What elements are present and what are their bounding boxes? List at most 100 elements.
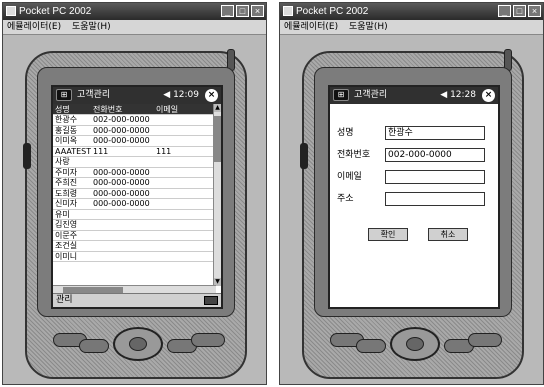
scroll-thumb[interactable] — [214, 116, 221, 162]
table-row[interactable]: 사랑 — [53, 157, 216, 168]
minimize-button[interactable]: _ — [221, 5, 234, 17]
table-row[interactable]: 도희령 000-000-0000 — [53, 188, 216, 199]
column-header-email[interactable]: 이메일 — [154, 104, 216, 114]
table-row[interactable]: 이미옥 000-000-0000 — [53, 136, 216, 147]
dpad-center[interactable] — [406, 337, 424, 351]
start-menu-icon[interactable]: ⊞ — [56, 89, 72, 101]
vertical-scrollbar[interactable]: ▲ ▼ — [213, 104, 221, 286]
cell-email — [154, 199, 216, 209]
cell-name: 김진영 — [55, 220, 78, 229]
menu-emulator[interactable]: 에뮬레이터(E) — [7, 22, 61, 32]
menu-help[interactable]: 도움말(H) — [72, 22, 111, 32]
command-menu-manage[interactable]: 관리 — [56, 295, 73, 305]
table-row[interactable]: 신미자 000-000-0000 — [53, 199, 216, 210]
table-row[interactable]: 이문주 — [53, 230, 216, 241]
cell-email — [154, 220, 216, 230]
phone-field[interactable]: 002-000-0000 — [385, 148, 485, 162]
form-row-address: 주소 — [337, 192, 485, 206]
hardware-button-4[interactable] — [191, 333, 225, 347]
app-title: 고객관리 — [77, 90, 111, 100]
cell-email — [154, 136, 216, 146]
cell-phone: 111 — [93, 146, 109, 156]
phone-label: 전화번호 — [337, 150, 371, 160]
cell-phone: 002-000-0000 — [93, 115, 150, 124]
column-header-phone[interactable]: 전화번호 — [91, 104, 154, 114]
cell-name: 신미자 — [55, 199, 78, 208]
close-button[interactable]: × — [251, 5, 264, 17]
dpad-center[interactable] — [129, 337, 147, 351]
cell-phone: 000-000-0000 — [93, 199, 150, 208]
address-field[interactable] — [385, 192, 485, 206]
side-button[interactable] — [23, 143, 31, 169]
table-row[interactable]: 한광수 002-000-0000 — [53, 115, 216, 126]
close-app-button[interactable]: × — [482, 89, 495, 102]
cell-phone — [91, 210, 154, 220]
emulator-window-right: Pocket PC 2002 _ □ × 에뮬레이터(E) 도움말(H) ⊞ 고… — [279, 2, 544, 385]
window-title: Pocket PC 2002 — [296, 6, 369, 17]
table-row[interactable]: 홍길동 000-000-0000 — [53, 125, 216, 136]
side-button[interactable] — [300, 143, 308, 169]
column-header-name[interactable]: 성명 — [53, 104, 91, 114]
dpad[interactable] — [390, 327, 440, 361]
pocketpc-device: ⊞ 고객관리 ◀ 12:09 × 성명 전화번호 이메일 한광수 002-000-… — [23, 49, 247, 379]
scroll-up-icon[interactable]: ▲ — [214, 104, 221, 112]
horizontal-scrollbar[interactable] — [53, 285, 216, 293]
email-field[interactable] — [385, 170, 485, 184]
menu-help[interactable]: 도움말(H) — [349, 22, 388, 32]
close-app-button[interactable]: × — [205, 89, 218, 102]
menu-emulator[interactable]: 에뮬레이터(E) — [284, 22, 338, 32]
nav-bar: ⊞ 고객관리 ◀ 12:09 × — [53, 87, 221, 104]
hardware-buttons — [330, 327, 502, 367]
cell-name: 이미니 — [55, 251, 78, 261]
minimize-button[interactable]: _ — [498, 5, 511, 17]
cell-name: 이문주 — [55, 230, 78, 240]
name-field[interactable]: 한광수 — [385, 126, 485, 140]
cell-email — [154, 157, 216, 167]
maximize-button[interactable]: □ — [513, 5, 526, 17]
cell-email — [154, 168, 216, 178]
table-row[interactable]: 이미니 — [53, 251, 216, 262]
form-row-phone: 전화번호 002-000-0000 — [337, 148, 485, 162]
start-menu-icon[interactable]: ⊞ — [333, 89, 349, 101]
title-bar: Pocket PC 2002 _ □ × — [3, 3, 266, 20]
table-row[interactable]: AAATEST 111 111 — [53, 146, 216, 157]
grid-header: 성명 전화번호 이메일 — [53, 104, 216, 115]
cell-email — [154, 115, 216, 125]
emulator-window-left: Pocket PC 2002 _ □ × 에뮬레이터(E) 도움말(H) ⊞ 고… — [2, 2, 267, 385]
cell-name: 한광수 — [55, 115, 78, 124]
hardware-button-2[interactable] — [79, 339, 109, 353]
table-row[interactable]: 유미 — [53, 210, 216, 220]
maximize-button[interactable]: □ — [236, 5, 249, 17]
customer-grid: 성명 전화번호 이메일 한광수 002-000-0000 홍길동 000-000-0… — [53, 104, 216, 262]
cell-phone — [91, 231, 154, 241]
keyboard-icon[interactable] — [204, 296, 218, 305]
confirm-button[interactable]: 확인 — [368, 228, 408, 241]
form-row-email: 이메일 — [337, 170, 485, 184]
table-row[interactable]: 조건실 — [53, 241, 216, 252]
table-row[interactable]: 주희진 000-000-0000 — [53, 178, 216, 189]
cell-phone: 000-000-0000 — [93, 188, 150, 198]
cell-phone — [91, 252, 154, 262]
hardware-button-4[interactable] — [468, 333, 502, 347]
hardware-buttons — [53, 327, 225, 367]
command-bar: 관리 — [53, 293, 221, 307]
clock: ◀ 12:09 — [163, 90, 199, 100]
hardware-button-2[interactable] — [356, 339, 386, 353]
name-label: 성명 — [337, 128, 354, 138]
dpad[interactable] — [113, 327, 163, 361]
cell-email — [154, 231, 216, 241]
cell-email: 111 — [156, 146, 172, 156]
cell-phone: 000-000-0000 — [93, 125, 150, 135]
cell-email — [154, 178, 216, 188]
cell-email — [154, 241, 216, 251]
cell-phone: 000-000-0000 — [93, 167, 150, 177]
cell-phone: 000-000-0000 — [93, 136, 150, 145]
device-screen: ⊞ 고객관리 ◀ 12:28 × 성명 한광수 전화번호 002-000-000… — [328, 85, 500, 309]
form-row-name: 성명 한광수 — [337, 126, 485, 140]
cancel-button[interactable]: 취소 — [428, 228, 468, 241]
table-row[interactable]: 주미자 000-000-0000 — [53, 167, 216, 178]
table-row[interactable]: 김진영 — [53, 220, 216, 231]
cell-name: 주희진 — [55, 178, 78, 187]
close-button[interactable]: × — [528, 5, 541, 17]
app-icon — [283, 6, 293, 16]
